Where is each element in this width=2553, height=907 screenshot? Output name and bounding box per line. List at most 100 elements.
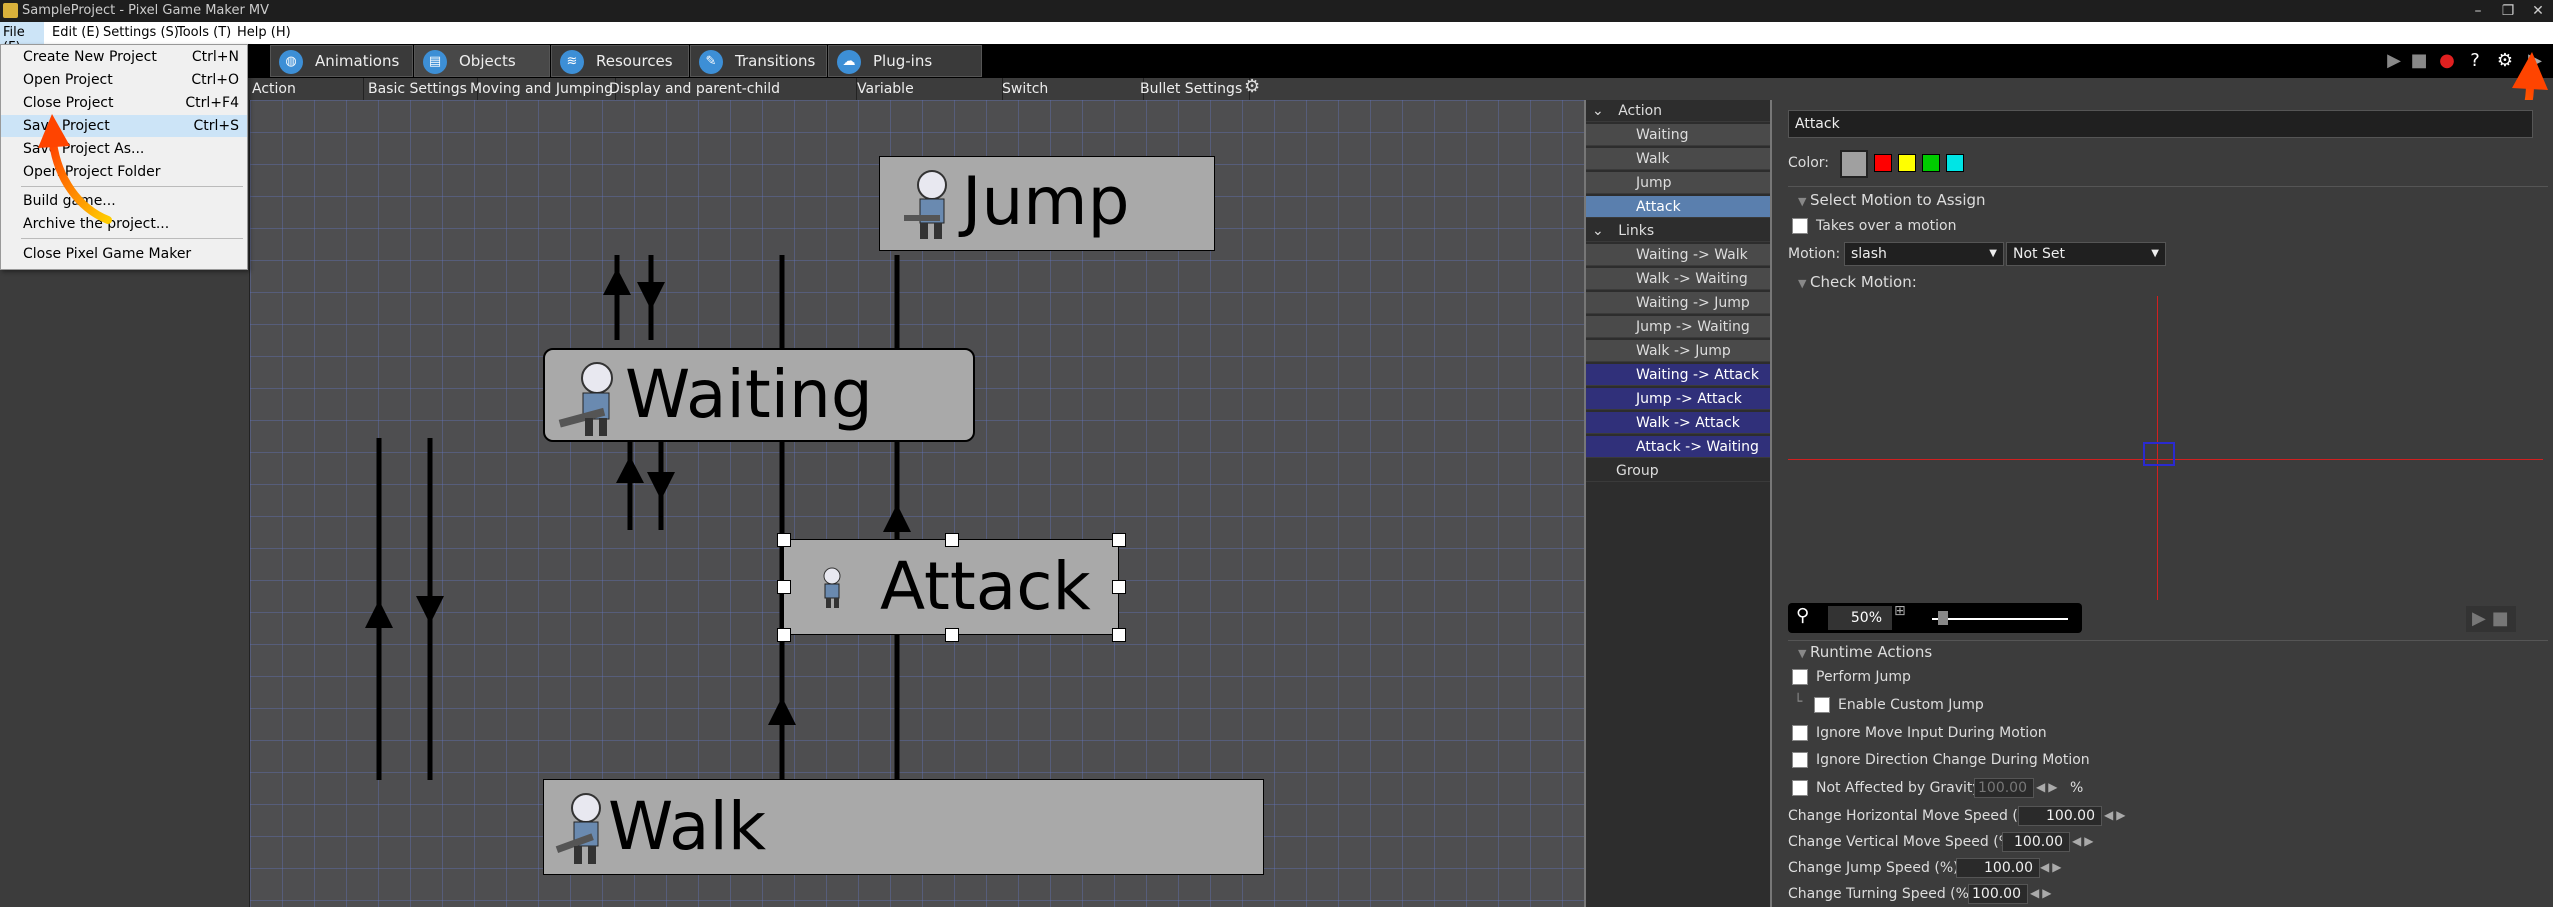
- menu-item-close-app[interactable]: Close Pixel Game Maker: [1, 243, 247, 265]
- resize-handle[interactable]: [1112, 533, 1126, 547]
- enable-custom-jump-label: Enable Custom Jump: [1838, 697, 1984, 713]
- action-program-canvas[interactable]: Jump Waiting Attack Walk: [249, 100, 1584, 907]
- color-swatch-yellow[interactable]: [1898, 154, 1916, 172]
- jump-speed-input[interactable]: 100.00: [1956, 858, 2040, 878]
- subtab-settings-gear-icon[interactable]: ⚙: [1244, 76, 1266, 98]
- tab-animations[interactable]: ◍ Animations: [270, 45, 413, 77]
- perform-jump-checkbox[interactable]: [1792, 669, 1808, 685]
- gravity-input[interactable]: 100.00: [1974, 778, 2034, 798]
- tree-link-walk-jump[interactable]: Walk -> Jump: [1586, 340, 1770, 362]
- tree-item-jump[interactable]: Jump: [1586, 172, 1770, 194]
- tree-link-walk-attack[interactable]: Walk -> Attack: [1586, 412, 1770, 434]
- resize-handle[interactable]: [777, 580, 791, 594]
- turn-speed-stepper-icon[interactable]: ◀▶: [2030, 886, 2054, 900]
- arrow-up-icon: [768, 697, 796, 725]
- takes-over-checkbox[interactable]: [1792, 218, 1808, 234]
- menu-edit[interactable]: Edit (E): [52, 25, 100, 40]
- ignore-direction-checkbox[interactable]: [1792, 752, 1808, 768]
- tree-item-group[interactable]: Group: [1586, 460, 1770, 482]
- arrow-up-icon: [365, 600, 393, 628]
- motion-select[interactable]: slash ▼: [1844, 242, 2004, 266]
- motion-direction-select[interactable]: Not Set ▼: [2006, 242, 2166, 266]
- gravity-stepper-icon[interactable]: ◀▶: [2036, 780, 2060, 794]
- tree-link-jump-waiting[interactable]: Jump -> Waiting: [1586, 316, 1770, 338]
- close-icon[interactable]: ✕: [2525, 1, 2551, 21]
- subtab-basic-settings[interactable]: Basic Settings: [368, 78, 478, 102]
- record-icon[interactable]: ●: [2436, 50, 2458, 72]
- node-walk[interactable]: Walk: [543, 779, 1264, 875]
- menu-tools[interactable]: Tools (T): [177, 25, 231, 40]
- color-swatch-red[interactable]: [1874, 154, 1892, 172]
- resize-handle[interactable]: [1112, 580, 1126, 594]
- tree-link-attack-waiting[interactable]: Attack -> Waiting: [1586, 436, 1770, 458]
- not-affected-gravity-checkbox[interactable]: [1792, 780, 1808, 796]
- character-sprite-icon: [555, 793, 601, 864]
- h-speed-input[interactable]: 100.00: [2018, 806, 2102, 826]
- section-runtime-actions[interactable]: Runtime Actions: [1798, 643, 1932, 661]
- character-sprite-icon: [558, 362, 613, 436]
- subtab-bullet-settings[interactable]: Bullet Settings: [1140, 78, 1250, 102]
- menu-file[interactable]: File (F): [0, 22, 44, 55]
- section-select-motion[interactable]: Select Motion to Assign: [1798, 191, 1986, 209]
- arrow-up-icon: [883, 504, 911, 532]
- subtab-action-programs[interactable]: Action Programs: [252, 78, 364, 119]
- subtab-display-parent-child[interactable]: Display and parent-child relationship: [609, 78, 857, 119]
- zoom-bar: ⚲ 50% ⊞: [1788, 603, 2082, 633]
- tree-link-walk-waiting[interactable]: Walk -> Waiting: [1586, 268, 1770, 290]
- ignore-move-input-checkbox[interactable]: [1792, 725, 1808, 741]
- v-speed-input[interactable]: 100.00: [2002, 832, 2070, 852]
- section-check-motion[interactable]: Check Motion:: [1798, 273, 1917, 291]
- resize-handle[interactable]: [1112, 628, 1126, 642]
- color-swatch-green[interactable]: [1922, 154, 1940, 172]
- menu-settings[interactable]: Settings (S): [103, 25, 179, 40]
- menu-help[interactable]: Help (H): [237, 25, 291, 40]
- minimize-icon[interactable]: –: [2465, 1, 2491, 21]
- resize-handle[interactable]: [777, 628, 791, 642]
- tree-link-waiting-jump[interactable]: Waiting -> Jump: [1586, 292, 1770, 314]
- play-test-icon[interactable]: ▶: [2383, 50, 2405, 72]
- menu-item-create-project[interactable]: Create New Project Ctrl+N: [1, 46, 247, 68]
- tree-header-action[interactable]: ⌄ Action: [1586, 100, 1770, 122]
- tree-item-attack[interactable]: Attack: [1586, 196, 1770, 218]
- zoom-step-icon[interactable]: ⊞: [1894, 603, 1906, 619]
- node-waiting[interactable]: Waiting: [543, 348, 975, 442]
- stop-test-icon[interactable]: ■: [2408, 50, 2430, 72]
- object-subtabs: Action Programs Basic Settings Moving an…: [250, 78, 1250, 119]
- color-swatch-gray[interactable]: [1840, 150, 1868, 178]
- tree-link-waiting-walk[interactable]: Waiting -> Walk: [1586, 244, 1770, 266]
- tab-objects[interactable]: ▤ Objects: [414, 45, 550, 77]
- subtab-variable-management[interactable]: Variable management: [857, 78, 1003, 119]
- tree-item-walk[interactable]: Walk: [1586, 148, 1770, 170]
- subtab-moving-jumping[interactable]: Moving and Jumping: [470, 78, 616, 102]
- action-tree-panel: ⌄ Action Waiting Walk Jump Attack ⌄ Link…: [1584, 100, 1772, 907]
- enable-custom-jump-checkbox[interactable]: [1814, 697, 1830, 713]
- zoom-slider-track[interactable]: [1932, 618, 2068, 620]
- tree-item-waiting[interactable]: Waiting: [1586, 124, 1770, 146]
- tab-transitions[interactable]: ✎ Transitions: [690, 45, 827, 77]
- zoom-slider-thumb[interactable]: [1938, 611, 1948, 625]
- tab-resources[interactable]: ≋ Resources: [551, 45, 689, 77]
- jump-speed-stepper-icon[interactable]: ◀▶: [2040, 860, 2064, 874]
- resize-handle[interactable]: [945, 628, 959, 642]
- zoom-value[interactable]: 50%: [1828, 606, 1892, 630]
- subtab-switch-management[interactable]: Switch management: [1002, 78, 1144, 119]
- tab-plugins[interactable]: ☁ Plug-ins: [828, 45, 982, 77]
- turn-speed-input[interactable]: 100.00: [1968, 884, 2028, 904]
- node-jump[interactable]: Jump: [879, 156, 1215, 251]
- node-attack[interactable]: Attack: [777, 533, 1126, 642]
- h-speed-stepper-icon[interactable]: ◀▶: [2104, 808, 2128, 822]
- action-name-input[interactable]: Attack: [1788, 110, 2533, 138]
- v-speed-stepper-icon[interactable]: ◀▶: [2072, 834, 2096, 848]
- divider: [1788, 186, 2548, 187]
- resize-handle[interactable]: [945, 533, 959, 547]
- preview-play-controls[interactable]: ▶ ■: [2466, 606, 2516, 632]
- magnifier-icon[interactable]: ⚲: [1796, 605, 1809, 626]
- tree-header-links[interactable]: ⌄ Links: [1586, 220, 1770, 242]
- tree-link-jump-attack[interactable]: Jump -> Attack: [1586, 388, 1770, 410]
- not-affected-gravity-label: Not Affected by Gravity: [1816, 780, 1981, 796]
- menu-item-open-project[interactable]: Open Project Ctrl+O: [1, 69, 247, 91]
- tree-link-waiting-attack[interactable]: Waiting -> Attack: [1586, 364, 1770, 386]
- color-swatch-cyan[interactable]: [1946, 154, 1964, 172]
- resize-handle[interactable]: [777, 533, 791, 547]
- restore-icon[interactable]: ❐: [2495, 1, 2521, 21]
